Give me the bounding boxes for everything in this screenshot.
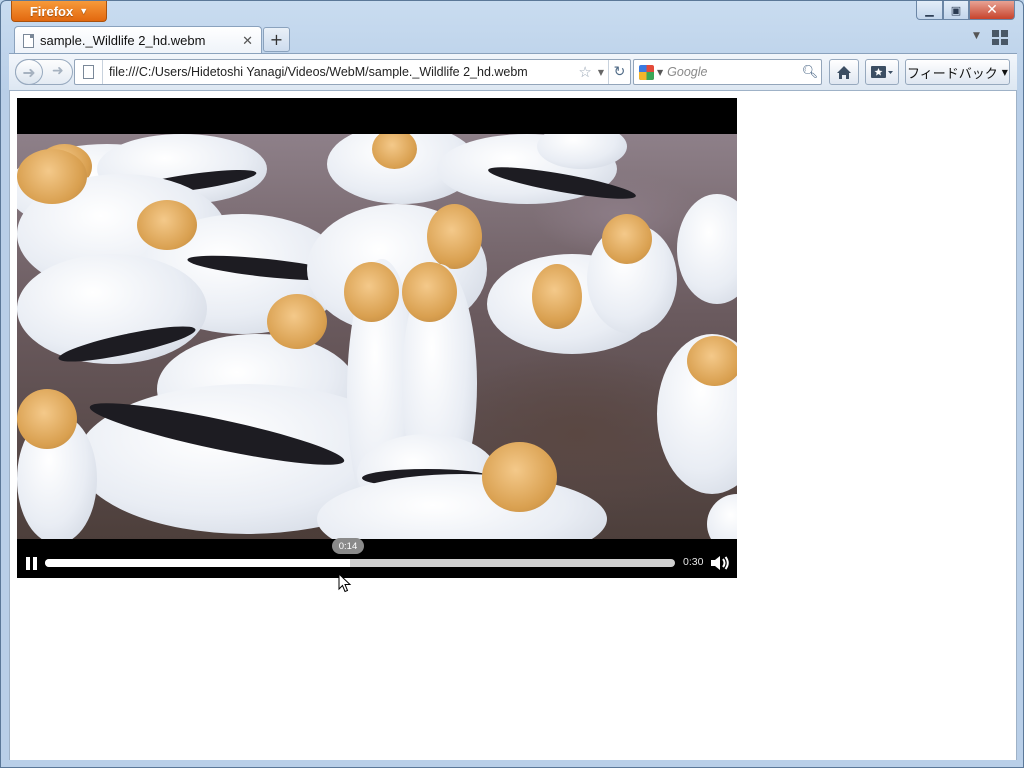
pause-button[interactable] (26, 557, 38, 570)
bookmarks-button[interactable] (865, 59, 899, 85)
new-tab-button[interactable]: + (263, 27, 290, 52)
home-icon (837, 65, 851, 79)
url-input[interactable]: file:///C:/Users/Hidetoshi Yanagi/Videos… (103, 65, 576, 79)
forward-button[interactable]: ➜ (52, 63, 64, 79)
mouse-cursor-icon (338, 573, 352, 593)
search-input[interactable]: Google (667, 65, 799, 79)
maximize-button[interactable]: ▣ (943, 1, 969, 20)
history-dropdown-icon[interactable]: ▼ (594, 68, 608, 77)
scrubber-bar[interactable] (45, 559, 675, 567)
bookmarks-icon (871, 66, 893, 78)
search-bar[interactable]: ▼ Google 🔍︎ (633, 59, 822, 85)
minimize-button[interactable]: ▁ (916, 1, 943, 20)
close-window-button[interactable]: ✕ (969, 1, 1015, 20)
reload-icon: ↻ (613, 64, 626, 80)
back-button[interactable]: ➜ (15, 59, 43, 85)
search-icon[interactable]: 🔍︎ (799, 65, 821, 80)
back-arrow-icon: ➜ (22, 62, 36, 82)
bookmark-star-icon[interactable]: ☆ (576, 63, 593, 81)
duration-label: 0:30 (683, 556, 704, 568)
window-controls: ▁ ▣ ✕ (916, 1, 1015, 20)
feedback-button[interactable]: フィードバック ▼ (905, 59, 1010, 85)
video-player[interactable]: 0:14 0:30 (17, 98, 737, 578)
engine-dropdown-icon[interactable]: ▼ (657, 68, 663, 77)
tab-title: sample._Wildlife 2_hd.webm (40, 33, 206, 48)
site-identity-button[interactable] (75, 60, 103, 84)
video-frame[interactable] (17, 134, 737, 539)
current-time-tooltip: 0:14 (332, 538, 364, 554)
firefox-menu-button[interactable]: Firefox ▼ (11, 1, 107, 22)
firefox-menu-label: Firefox (29, 3, 74, 19)
list-all-tabs-icon[interactable]: ▼ (973, 31, 980, 41)
back-forward-group: ➜ ➜ (15, 59, 73, 85)
chevron-down-icon: ▼ (1001, 67, 1008, 77)
navigation-toolbar: ➜ ➜ file:///C:/Users/Hidetoshi Yanagi/Vi… (9, 53, 1017, 91)
speaker-icon (711, 556, 729, 570)
pause-icon (26, 557, 30, 570)
chevron-down-icon: ▼ (79, 6, 89, 16)
address-bar[interactable]: file:///C:/Users/Hidetoshi Yanagi/Videos… (74, 59, 631, 85)
volume-button[interactable] (710, 555, 730, 571)
plus-icon: + (269, 30, 284, 49)
reload-button[interactable]: ↻ (608, 60, 630, 84)
feedback-label: フィードバック (907, 66, 998, 82)
google-engine-icon[interactable] (639, 64, 654, 80)
tab-groups-icon[interactable] (992, 30, 1008, 45)
tab-active[interactable]: sample._Wildlife 2_hd.webm ✕ (14, 26, 262, 54)
home-button[interactable] (829, 59, 859, 85)
tab-close-icon[interactable]: ✕ (242, 33, 253, 49)
page-icon (23, 33, 34, 48)
page-icon (83, 65, 94, 79)
scrubber-progress (45, 559, 350, 567)
video-controls: 0:14 0:30 (17, 538, 737, 578)
